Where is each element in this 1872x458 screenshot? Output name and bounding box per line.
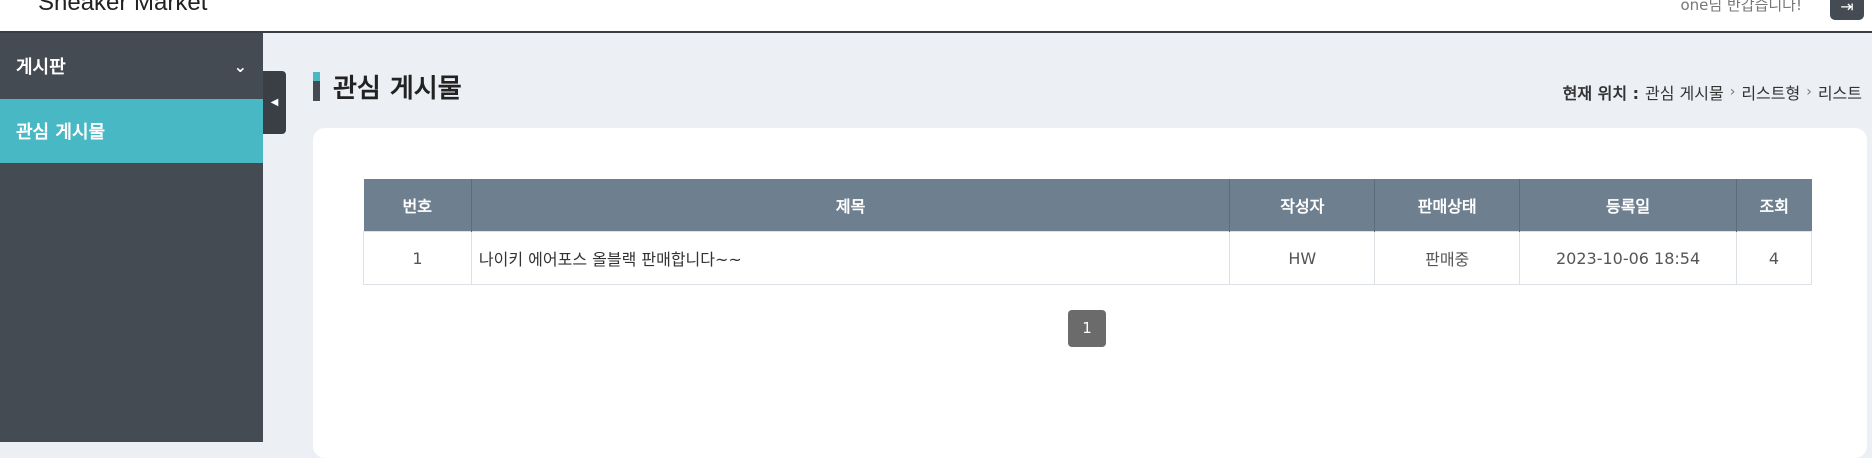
cell-title-link[interactable]: 나이키 에어포스 올블랙 판매합니다~~ <box>470 231 1231 285</box>
cell-author: HW <box>1229 231 1376 285</box>
column-header-number: 번호 <box>363 179 472 232</box>
breadcrumb-item[interactable]: 리스트형 <box>1741 80 1800 104</box>
table-header-row: 번호 제목 작성자 판매상태 등록일 조회 <box>363 179 1812 232</box>
cell-views: 4 <box>1736 231 1812 285</box>
chevron-down-icon: ⌄ <box>233 56 247 76</box>
column-header-status: 판매상태 <box>1374 179 1521 232</box>
content-panel: 번호 제목 작성자 판매상태 등록일 조회 1 나이키 에어포스 올블랙 판매합… <box>313 128 1867 458</box>
sidebar-collapse-button[interactable]: ◀ <box>263 71 286 134</box>
page-title: 관심 게시물 <box>333 74 462 104</box>
sidebar-section-label: 게시판 <box>16 57 66 78</box>
sidebar-section-board[interactable]: 게시판 ⌄ <box>0 33 263 99</box>
welcome-message: one님 반갑습니다! <box>1680 0 1803 14</box>
table-row[interactable]: 1 나이키 에어포스 올블랙 판매합니다~~ HW 판매중 2023-10-06… <box>363 231 1812 285</box>
logout-icon: ⇥ <box>1840 0 1854 16</box>
breadcrumb: 현재 위치 : 관심 게시물 › 리스트형 › 리스트 <box>1563 80 1862 104</box>
brand-logo[interactable]: Sneaker Market <box>38 0 207 17</box>
column-header-views: 조회 <box>1736 179 1812 232</box>
breadcrumb-item[interactable]: 리스트 <box>1818 80 1862 104</box>
post-table: 번호 제목 작성자 판매상태 등록일 조회 1 나이키 에어포스 올블랙 판매합… <box>363 179 1812 285</box>
column-header-date: 등록일 <box>1519 179 1737 232</box>
sidebar-item-label: 관심 게시물 <box>16 122 106 143</box>
breadcrumb-label: 현재 위치 : <box>1562 84 1640 103</box>
column-header-author: 작성자 <box>1229 179 1376 232</box>
cell-number: 1 <box>363 231 472 285</box>
cell-date: 2023-10-06 18:54 <box>1519 231 1737 285</box>
column-header-title: 제목 <box>471 179 1231 232</box>
caret-left-icon: ◀ <box>270 97 279 108</box>
breadcrumb-item[interactable]: 관심 게시물 <box>1645 80 1724 104</box>
title-accent-bar <box>313 72 320 101</box>
sidebar-item-favorites[interactable]: 관심 게시물 <box>0 99 263 163</box>
cell-status: 판매중 <box>1374 231 1521 285</box>
sidebar: 게시판 ⌄ 관심 게시물 <box>0 33 263 442</box>
pagination-page-button[interactable]: 1 <box>1068 310 1106 347</box>
chevron-right-icon: › <box>1729 84 1736 100</box>
logout-button[interactable]: ⇥ <box>1830 0 1864 20</box>
chevron-right-icon: › <box>1806 84 1812 100</box>
top-bar: Sneaker Market one님 반갑습니다! ⇥ <box>0 0 1872 33</box>
